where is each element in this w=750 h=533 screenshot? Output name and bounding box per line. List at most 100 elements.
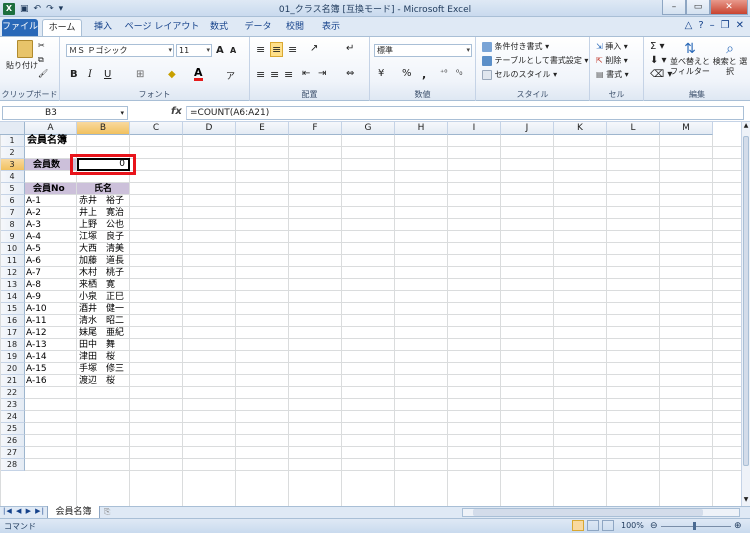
page-layout-view-icon[interactable] [587, 520, 599, 531]
zoom-level[interactable]: 100% [621, 521, 644, 530]
row-header[interactable]: 4 [0, 171, 25, 183]
normal-view-icon[interactable] [572, 520, 584, 531]
scroll-thumb[interactable] [473, 509, 703, 516]
format-painter-icon[interactable]: 🖌 [38, 69, 48, 78]
page-break-view-icon[interactable] [602, 520, 614, 531]
row-header[interactable]: 8 [0, 219, 25, 231]
column-header[interactable]: H [395, 122, 448, 135]
row-header[interactable]: 13 [0, 279, 25, 291]
member-name-cell[interactable]: 加藤 道長 [79, 255, 124, 267]
fill-icon[interactable]: ⬇ ▾ [650, 55, 667, 66]
underline-button[interactable]: U [104, 69, 111, 80]
row-header[interactable]: 3 [0, 159, 25, 171]
decrease-indent-icon[interactable]: ⇤ [302, 68, 310, 79]
member-name-cell[interactable]: 酒井 健一 [79, 303, 124, 315]
member-name-cell[interactable]: 赤井 裕子 [79, 195, 124, 207]
copy-icon[interactable]: ⧉ [38, 55, 44, 65]
grow-font-button[interactable]: A [216, 45, 224, 56]
member-name-cell[interactable]: 小泉 正巳 [79, 291, 124, 303]
row-header[interactable]: 28 [0, 459, 25, 471]
member-name-cell[interactable]: 津田 桜 [79, 351, 115, 363]
sheet-nav-icons[interactable]: |◀ ◀ ▶ ▶| [3, 507, 45, 515]
tab-data[interactable]: データ [240, 19, 276, 36]
align-bottom-icon[interactable]: ≡ [288, 43, 297, 56]
tab-file[interactable]: ファイル [2, 19, 38, 36]
tab-review[interactable]: 校閲 [279, 19, 311, 36]
wrap-text-icon[interactable]: ↵ [346, 43, 354, 54]
orientation-icon[interactable]: ↗ [310, 43, 318, 54]
column-header[interactable]: C [130, 122, 183, 135]
member-no-cell[interactable]: A-13 [26, 339, 47, 351]
row-header[interactable]: 11 [0, 255, 25, 267]
formula-input[interactable]: =COUNT(A6:A21) [186, 106, 744, 120]
workbook-restore-icon[interactable]: ❐ [721, 20, 730, 31]
tab-formulas[interactable]: 数式 [203, 19, 235, 36]
row-header[interactable]: 9 [0, 231, 25, 243]
member-name-cell[interactable]: 手塚 修三 [79, 363, 124, 375]
scroll-down-icon[interactable]: ▼ [742, 496, 750, 506]
clear-icon[interactable]: ⌫ ▾ [650, 69, 672, 80]
column-header[interactable]: A [25, 122, 77, 135]
row-header[interactable]: 6 [0, 195, 25, 207]
column-header[interactable]: J [501, 122, 554, 135]
row-header[interactable]: 27 [0, 447, 25, 459]
row-header[interactable]: 25 [0, 423, 25, 435]
row-header[interactable]: 15 [0, 303, 25, 315]
autosum-icon[interactable]: Σ ▾ [650, 41, 665, 52]
select-all-corner[interactable] [0, 122, 25, 135]
column-header[interactable]: L [607, 122, 660, 135]
member-name-cell[interactable]: 大西 清美 [79, 243, 124, 255]
row-header[interactable]: 2 [0, 147, 25, 159]
member-no-cell[interactable]: A-1 [26, 195, 41, 207]
font-color-icon[interactable]: A [194, 67, 203, 81]
member-no-cell[interactable]: A-9 [26, 291, 41, 303]
cut-icon[interactable]: ✂ [38, 41, 45, 50]
align-right-icon[interactable]: ≡ [284, 68, 293, 81]
align-middle-icon[interactable]: ≡ [270, 42, 284, 57]
column-header[interactable]: G [342, 122, 395, 135]
minimize-button[interactable]: – [662, 0, 686, 15]
row-header[interactable]: 1 [0, 135, 25, 147]
member-no-cell[interactable]: A-2 [26, 207, 41, 219]
increase-indent-icon[interactable]: ⇥ [318, 68, 326, 79]
row-header[interactable]: 18 [0, 339, 25, 351]
member-no-cell[interactable]: A-8 [26, 279, 41, 291]
format-cells-button[interactable]: ▤ 書式 ▾ [596, 69, 629, 80]
font-size-combo[interactable]: 11 ▾ [176, 44, 212, 57]
row-header[interactable]: 5 [0, 183, 25, 195]
column-header[interactable]: E [236, 122, 289, 135]
align-top-icon[interactable]: ≡ [256, 43, 265, 56]
phonetic-icon[interactable]: ア [226, 69, 235, 82]
row-header[interactable]: 7 [0, 207, 25, 219]
currency-icon[interactable]: ¥ [378, 68, 384, 79]
member-no-cell[interactable]: A-11 [26, 315, 47, 327]
member-no-cell[interactable]: A-7 [26, 267, 41, 279]
row-header[interactable]: 17 [0, 327, 25, 339]
close-button[interactable]: ✕ [710, 0, 748, 15]
member-name-cell[interactable]: 渡辺 桜 [79, 375, 115, 387]
member-no-cell[interactable]: A-14 [26, 351, 47, 363]
workbook-close-icon[interactable]: ✕ [736, 20, 744, 31]
number-format-combo[interactable]: 標準 ▾ [374, 44, 472, 57]
tab-insert[interactable]: 挿入 [86, 19, 120, 36]
worksheet-grid[interactable]: A B C D E F G H I J K L M 1 2 3 4 5 6 7 8 9 10 11 12 13 14 15 16 17 18… [0, 122, 741, 506]
format-as-table-button[interactable]: テーブルとして書式設定 ▾ [482, 55, 588, 66]
align-center-icon[interactable]: ≡ [270, 68, 279, 81]
member-name-cell[interactable]: 妹尾 亜紀 [79, 327, 124, 339]
column-header[interactable]: F [289, 122, 342, 135]
scroll-thumb[interactable] [743, 136, 749, 466]
column-header[interactable]: B [77, 122, 130, 135]
member-name-cell[interactable]: 井上 寛治 [79, 207, 124, 219]
row-header[interactable]: 10 [0, 243, 25, 255]
maximize-button[interactable]: ▭ [686, 0, 710, 15]
row-header[interactable]: 12 [0, 267, 25, 279]
merge-center-icon[interactable]: ⇔ [346, 68, 354, 79]
tab-page-layout[interactable]: ページ レイアウト [124, 19, 200, 36]
tab-view[interactable]: 表示 [315, 19, 347, 36]
row-header[interactable]: 24 [0, 411, 25, 423]
bold-button[interactable]: B [70, 69, 78, 80]
zoom-slider[interactable] [661, 526, 731, 527]
horizontal-scrollbar[interactable] [462, 508, 740, 517]
scroll-up-icon[interactable]: ▲ [742, 122, 750, 132]
row-header[interactable]: 16 [0, 315, 25, 327]
